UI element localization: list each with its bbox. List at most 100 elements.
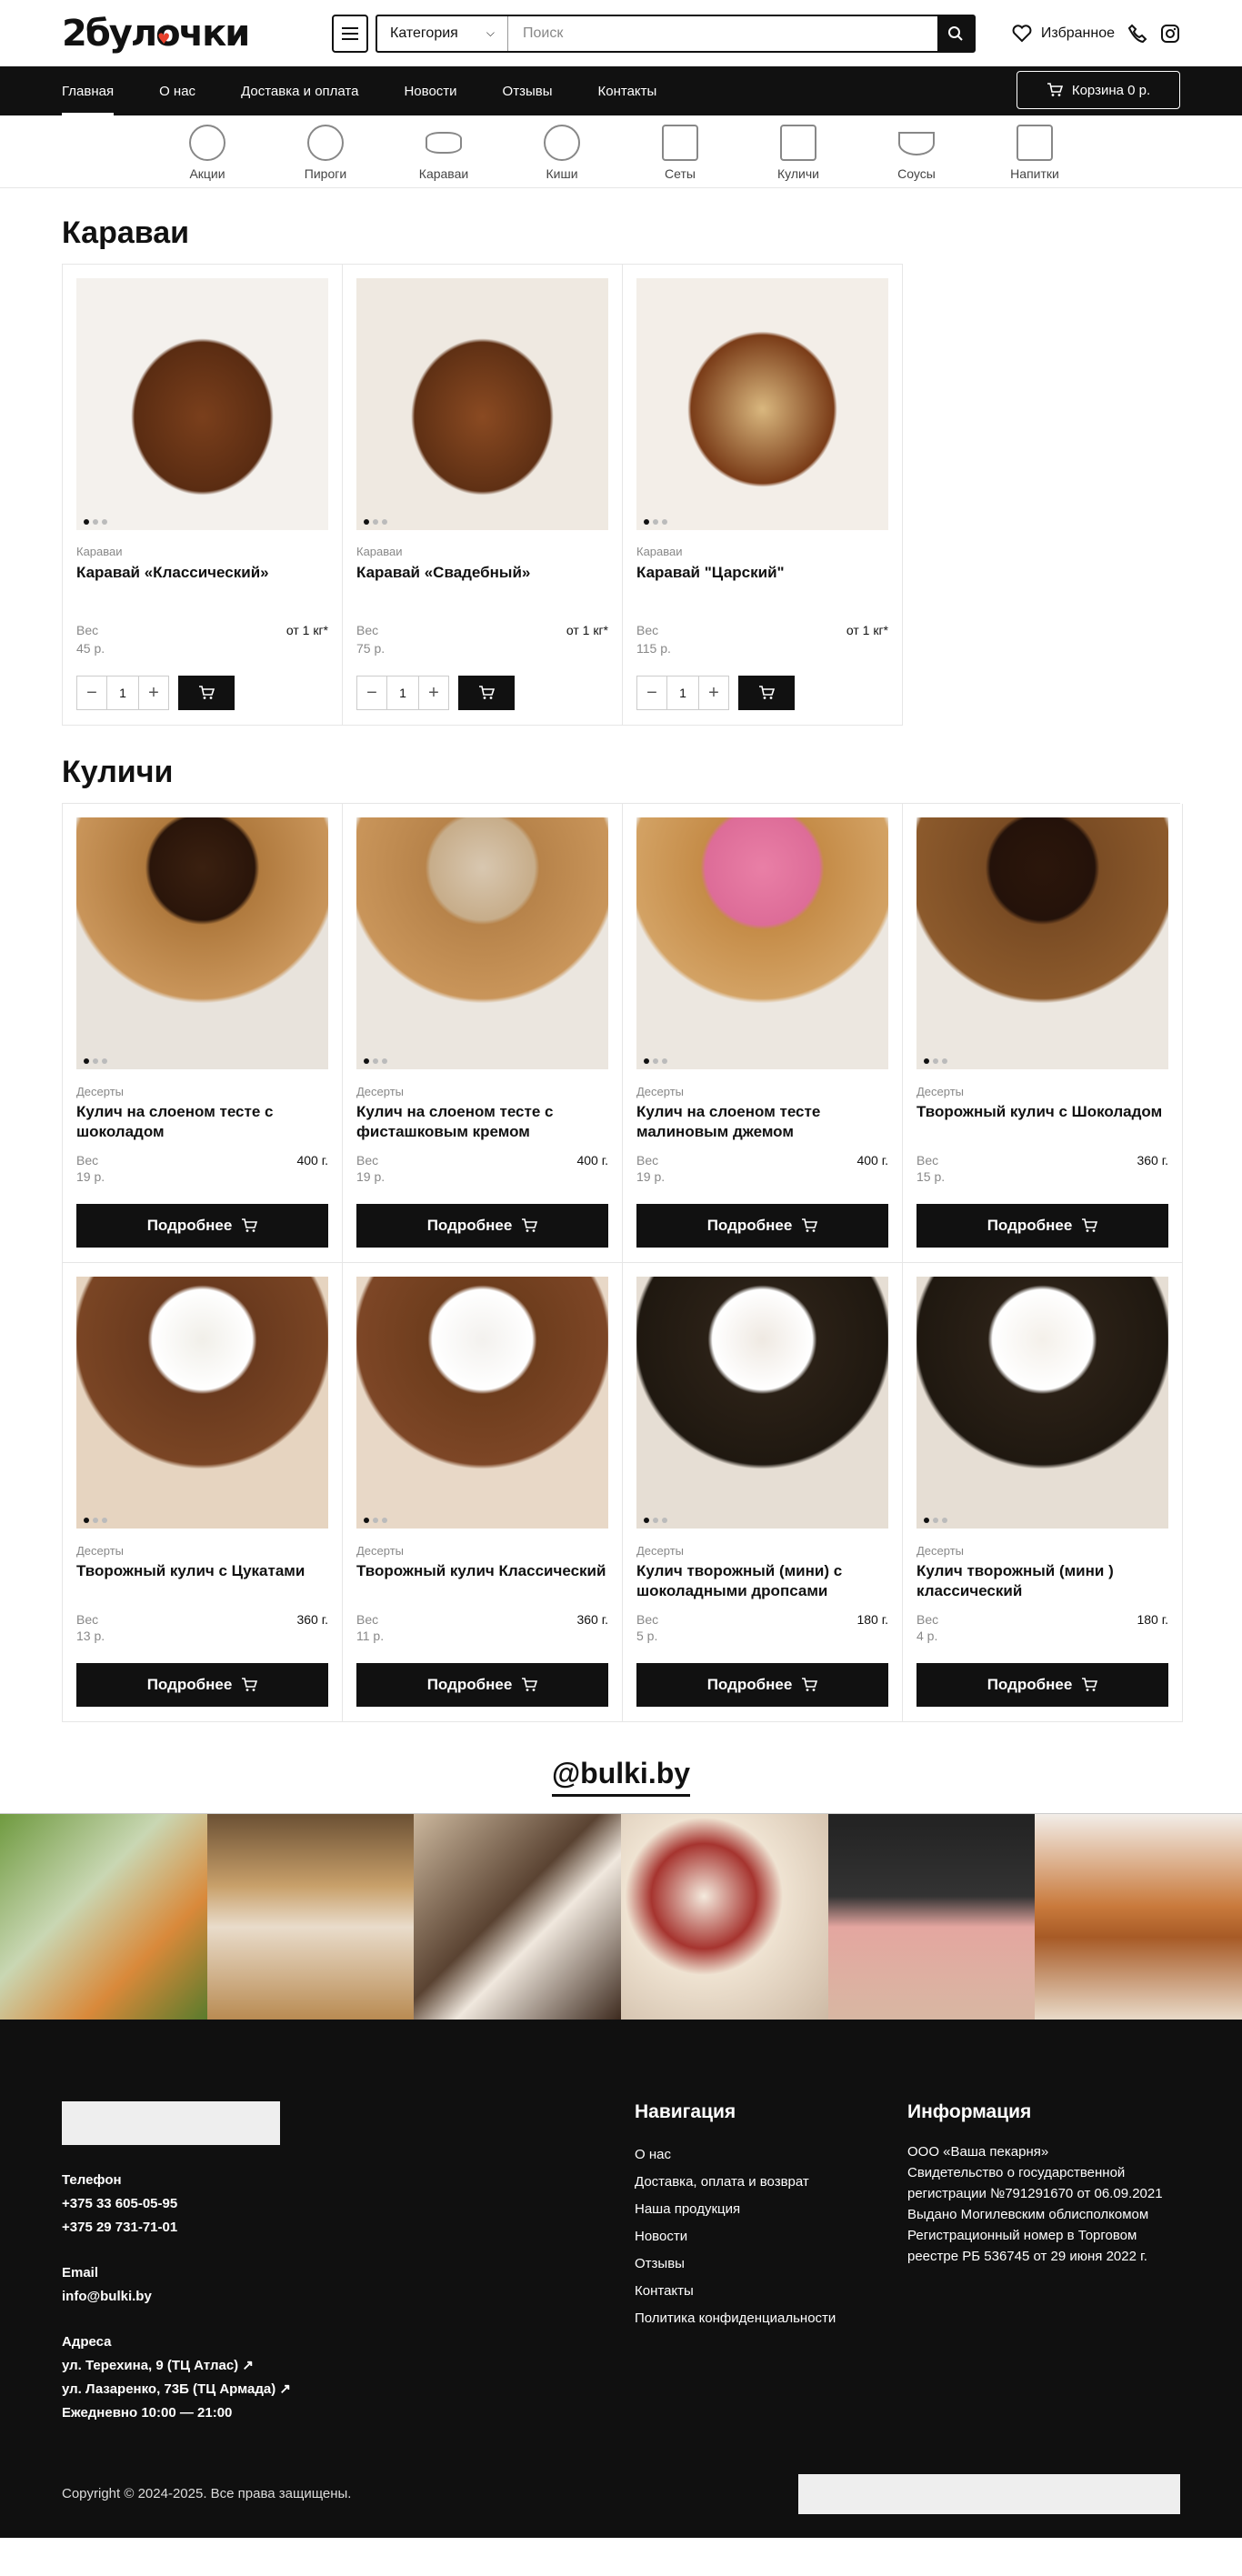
- nav-item-home[interactable]: Главная: [62, 66, 115, 115]
- minus-button[interactable]: −: [356, 676, 387, 710]
- cart-icon: [1047, 83, 1063, 96]
- instagram-photo[interactable]: [621, 1814, 828, 2020]
- instagram-photo[interactable]: [0, 1814, 207, 2020]
- carousel-dots[interactable]: [364, 1518, 387, 1523]
- carousel-dots[interactable]: [644, 519, 667, 525]
- product-name[interactable]: Кулич на слоеном тесте с фисташковым кре…: [356, 1102, 608, 1142]
- product-name[interactable]: Кулич на слоеном тесте малиновым джемом: [636, 1102, 888, 1142]
- instagram-heading[interactable]: @bulki.by: [0, 1757, 1242, 1813]
- carousel-dots[interactable]: [644, 1058, 667, 1064]
- product-image[interactable]: [76, 817, 328, 1069]
- cart-button[interactable]: Корзина 0 р.: [1017, 71, 1180, 109]
- details-button[interactable]: Подробнее: [916, 1663, 1168, 1707]
- nav-item-delivery[interactable]: Доставка и оплата: [241, 66, 358, 115]
- product-image[interactable]: [916, 817, 1168, 1069]
- details-button[interactable]: Подробнее: [356, 1663, 608, 1707]
- instagram-photo[interactable]: [827, 1814, 1036, 2020]
- address-link[interactable]: ул. Лазаренко, 73Б (ТЦ Армада) ↗: [62, 2378, 291, 2401]
- email-link[interactable]: info@bulki.by: [62, 2285, 291, 2309]
- category-kulichi[interactable]: Куличи: [763, 125, 834, 187]
- category-drinks[interactable]: Напитки: [999, 125, 1070, 187]
- instagram-photo[interactable]: [1035, 1814, 1242, 2020]
- footer-link[interactable]: Наша продукция: [635, 2196, 836, 2223]
- instagram-icon[interactable]: [1160, 24, 1180, 44]
- footer-logo[interactable]: [62, 2101, 280, 2145]
- product-name[interactable]: Каравай «Классический»: [76, 563, 328, 603]
- details-button[interactable]: Подробнее: [916, 1204, 1168, 1248]
- carousel-dots[interactable]: [924, 1058, 947, 1064]
- product-name[interactable]: Каравай «Свадебный»: [356, 563, 608, 603]
- add-to-cart-button[interactable]: [738, 676, 795, 710]
- quantity-value[interactable]: 1: [387, 676, 418, 710]
- details-button[interactable]: Подробнее: [76, 1663, 328, 1707]
- details-button[interactable]: Подробнее: [356, 1204, 608, 1248]
- plus-button[interactable]: +: [138, 676, 169, 710]
- category-karavai[interactable]: Караваи: [408, 125, 479, 187]
- product-image[interactable]: [76, 1277, 328, 1529]
- carousel-dots[interactable]: [924, 1518, 947, 1523]
- product-name[interactable]: Кулич творожный (мини) с шоколадными дро…: [636, 1561, 888, 1601]
- nav-item-reviews[interactable]: Отзывы: [503, 66, 553, 115]
- product-image[interactable]: [356, 817, 608, 1069]
- category-pies[interactable]: Пироги: [290, 125, 361, 187]
- plus-button[interactable]: +: [418, 676, 449, 710]
- carousel-dots[interactable]: [84, 519, 107, 525]
- minus-button[interactable]: −: [76, 676, 107, 710]
- product-image[interactable]: [76, 278, 328, 530]
- carousel-dots[interactable]: [364, 519, 387, 525]
- product-image[interactable]: [356, 278, 608, 530]
- favorites-link[interactable]: Избранное: [1012, 24, 1115, 43]
- quantity-value[interactable]: 1: [107, 676, 138, 710]
- category-promo[interactable]: Акции: [172, 125, 243, 187]
- category-sets[interactable]: Сеты: [645, 125, 716, 187]
- add-to-cart-button[interactable]: [458, 676, 515, 710]
- product-name[interactable]: Творожный кулич с Шоколадом: [916, 1102, 1168, 1142]
- nav-item-news[interactable]: Новости: [404, 66, 456, 115]
- carousel-dots[interactable]: [84, 1518, 107, 1523]
- menu-button[interactable]: [331, 14, 369, 53]
- product-image[interactable]: [356, 1277, 608, 1529]
- footer-link[interactable]: Отзывы: [635, 2250, 836, 2278]
- details-button[interactable]: Подробнее: [636, 1663, 888, 1707]
- footer-link[interactable]: Новости: [635, 2223, 836, 2250]
- search-input[interactable]: Поиск: [508, 16, 937, 51]
- phone-link[interactable]: +375 33 605-05-95: [62, 2192, 291, 2216]
- category-quiche[interactable]: Киши: [526, 125, 597, 187]
- details-button[interactable]: Подробнее: [76, 1204, 328, 1248]
- add-to-cart-button[interactable]: [178, 676, 235, 710]
- search-button[interactable]: [937, 15, 974, 51]
- product-name[interactable]: Каравай "Царский": [636, 563, 888, 603]
- plus-button[interactable]: +: [698, 676, 729, 710]
- carousel-dots[interactable]: [84, 1058, 107, 1064]
- instagram-photo[interactable]: [206, 1814, 415, 2020]
- product-image[interactable]: [636, 1277, 888, 1529]
- logo[interactable]: 2булочки ♥: [62, 15, 270, 52]
- carousel-dots[interactable]: [364, 1058, 387, 1064]
- quantity-value[interactable]: 1: [667, 676, 698, 710]
- category-sauces[interactable]: Соусы: [881, 125, 952, 187]
- address-link[interactable]: ул. Терехина, 9 (ТЦ Атлас) ↗: [62, 2354, 291, 2378]
- copyright: Copyright © 2024-2025. Все права защищен…: [62, 2486, 352, 2501]
- nav-item-about[interactable]: О нас: [159, 66, 195, 115]
- footer-link[interactable]: О нас: [635, 2141, 836, 2169]
- details-button[interactable]: Подробнее: [636, 1204, 888, 1248]
- footer-link[interactable]: Доставка, оплата и возврат: [635, 2169, 836, 2196]
- product-name[interactable]: Творожный кулич с Цукатами: [76, 1561, 328, 1601]
- product-name[interactable]: Кулич на слоеном тесте с шоколадом: [76, 1102, 328, 1142]
- footer-link[interactable]: Контакты: [635, 2278, 836, 2305]
- footer-link[interactable]: Политика конфиденциальности: [635, 2305, 836, 2332]
- product-price: 75 р.: [356, 641, 386, 656]
- product-image[interactable]: [636, 278, 888, 530]
- carousel-dots[interactable]: [644, 1518, 667, 1523]
- instagram-photo[interactable]: [414, 1814, 622, 2020]
- phone-icon[interactable]: [1127, 24, 1147, 44]
- minus-button[interactable]: −: [636, 676, 667, 710]
- product-image[interactable]: [636, 817, 888, 1069]
- nav-item-contacts[interactable]: Контакты: [598, 66, 657, 115]
- product-image[interactable]: [916, 1277, 1168, 1529]
- phone-link[interactable]: +375 29 731-71-01: [62, 2216, 291, 2240]
- category-select[interactable]: Категория ⌵: [377, 15, 509, 51]
- product-name[interactable]: Творожный кулич Классический: [356, 1561, 608, 1601]
- product-name[interactable]: Кулич творожный (мини ) классический: [916, 1561, 1168, 1601]
- product-price: 13 р.: [76, 1629, 105, 1643]
